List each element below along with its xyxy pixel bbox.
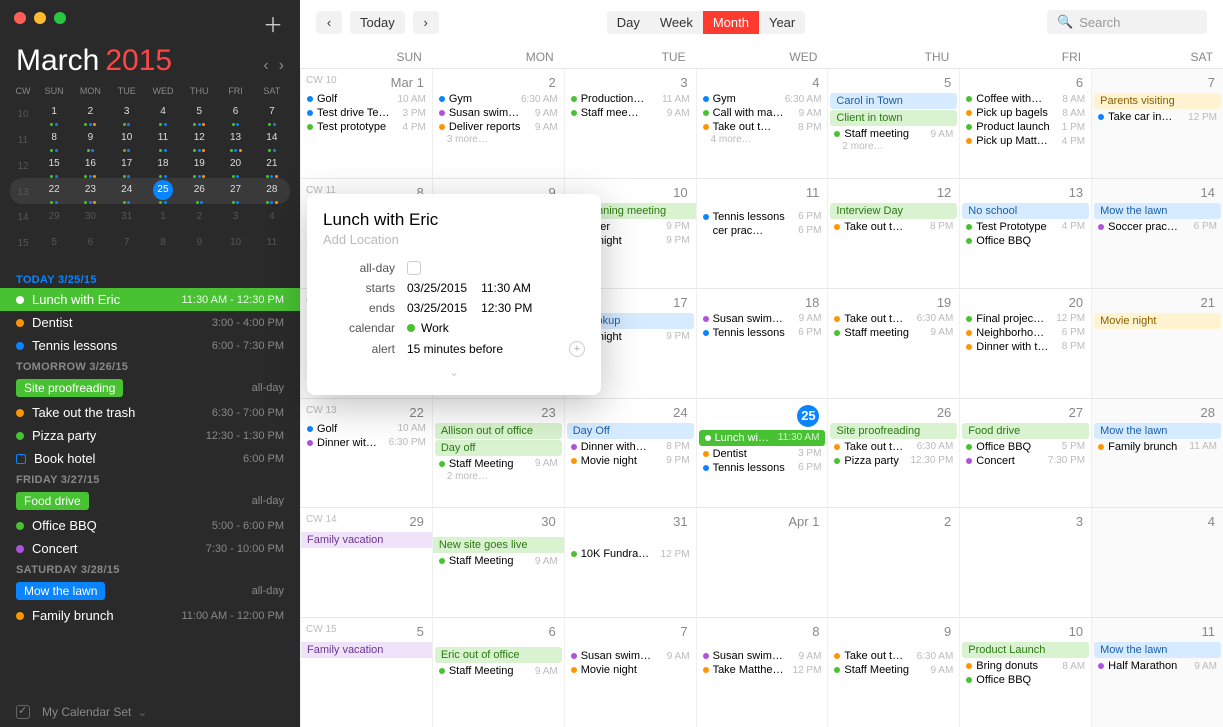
view-week[interactable]: Week xyxy=(650,11,703,34)
agenda-list[interactable]: TODAY 3/25/15Lunch with Eric11:30 AM - 1… xyxy=(0,264,300,697)
allday-label: all-day xyxy=(323,261,395,275)
day-cell[interactable]: 12Interview DayTake out t…8 PM xyxy=(827,179,959,288)
day-cell[interactable]: 25Lunch wi…11:30 AMDentist3 PMTennis les… xyxy=(696,399,828,508)
starts-date[interactable]: 03/25/2015 xyxy=(407,281,467,295)
day-cell[interactable]: 24Day OffDinner with…8 PMMovie night9 PM xyxy=(564,399,696,508)
alert-value[interactable]: 15 minutes before xyxy=(407,342,503,356)
agenda-item[interactable]: Dentist3:00 - 4:00 PM xyxy=(0,311,300,334)
view-segmented: DayWeekMonthYear xyxy=(607,11,806,34)
day-cell[interactable]: 2 xyxy=(827,508,959,617)
prev-button[interactable]: ‹ xyxy=(316,11,342,34)
popover-location[interactable]: Add Location xyxy=(323,232,585,247)
day-cell[interactable]: 22Golf10 AMDinner wit…6:30 PM xyxy=(300,399,432,508)
day-cell[interactable]: 28Mow the lawnFamily brunch11 AM xyxy=(1091,399,1223,508)
day-cell[interactable]: 11Tennis lessons6 PMcer prac…6 PM xyxy=(696,179,828,288)
sidebar-footer: My Calendar Set ⌄ xyxy=(0,697,300,727)
expand-icon[interactable]: ⌄ xyxy=(323,365,585,379)
day-cell[interactable]: 5Carol in TownClient in townStaff meetin… xyxy=(827,69,959,178)
popover-title[interactable]: Lunch with Eric xyxy=(323,210,585,230)
day-cell[interactable]: 27Food driveOffice BBQ5 PMConcert7:30 PM xyxy=(959,399,1091,508)
next-button[interactable]: › xyxy=(413,11,439,34)
ends-date[interactable]: 03/25/2015 xyxy=(407,301,467,315)
day-cell[interactable]: 2Gym6:30 AMSusan swim…9 AMDeliver report… xyxy=(432,69,564,178)
day-cell[interactable]: 8Susan swim…9 AMTake Matthe…12 PM xyxy=(696,618,828,727)
day-cell[interactable]: 13No schoolTest Prototype4 PMOffice BBQ xyxy=(959,179,1091,288)
prev-month-button[interactable]: ‹ xyxy=(263,57,268,75)
day-cell[interactable]: 23Allison out of officeDay offStaff Meet… xyxy=(432,399,564,508)
starts-time[interactable]: 11:30 AM xyxy=(481,281,531,295)
agenda-item[interactable]: Tennis lessons6:00 - 7:30 PM xyxy=(0,334,300,357)
day-cell[interactable]: 18Susan swim…9 AMTennis lessons6 PM xyxy=(696,289,828,398)
month-header: March2015 ‹ › xyxy=(0,36,300,82)
agenda-item[interactable]: Book hotel6:00 PM xyxy=(0,447,300,470)
day-cell[interactable]: 7Susan swim…9 AMMovie night xyxy=(564,618,696,727)
toolbar: ‹ Today › DayWeekMonthYear 🔍 Search xyxy=(300,0,1223,44)
day-cell[interactable]: 4 xyxy=(1091,508,1223,617)
day-cell[interactable]: 3110K Fundra…12 PM xyxy=(564,508,696,617)
zoom-icon[interactable] xyxy=(54,12,66,24)
day-cell[interactable]: 4Gym6:30 AMCall with ma…9 AMTake out t…8… xyxy=(696,69,828,178)
agenda-item[interactable]: Concert7:30 - 10:00 PM xyxy=(0,537,300,560)
agenda-item[interactable]: Site proofreadingall-day xyxy=(0,375,300,401)
chevron-down-icon[interactable]: ⌄ xyxy=(137,705,147,719)
day-cell[interactable]: 3 xyxy=(959,508,1091,617)
view-year[interactable]: Year xyxy=(759,11,805,34)
checkbox-icon[interactable] xyxy=(16,705,30,719)
next-month-button[interactable]: › xyxy=(279,57,284,75)
weekday-header: SUNMONTUEWEDTHUFRISAT xyxy=(300,44,1223,68)
day-cell[interactable]: Apr 1 xyxy=(696,508,828,617)
calendar-color-icon xyxy=(407,324,415,332)
agenda-item[interactable]: Family brunch11:00 AM - 12:00 PM xyxy=(0,604,300,627)
event-popover[interactable]: Lunch with Eric Add Location all-day sta… xyxy=(307,194,601,395)
search-input[interactable]: 🔍 Search xyxy=(1047,10,1207,34)
sidebar: ＋ March2015 ‹ › CWSUNMONTUEWEDTHUFRISAT 1… xyxy=(0,0,300,727)
day-cell[interactable]: Mar 1Golf10 AMTest drive Te…3 PMTest pro… xyxy=(300,69,432,178)
day-cell[interactable]: 5Family vacation xyxy=(300,618,432,727)
view-month[interactable]: Month xyxy=(703,11,759,34)
agenda-item[interactable]: Office BBQ5:00 - 6:00 PM xyxy=(0,514,300,537)
day-cell[interactable]: 7Parents visitingTake car in…12 PM xyxy=(1091,69,1223,178)
add-event-button[interactable]: ＋ xyxy=(260,10,286,36)
month-grid[interactable]: CW 10Mar 1Golf10 AMTest drive Te…3 PMTes… xyxy=(300,68,1223,727)
day-cell[interactable]: 10Product LaunchBring donuts8 AMOffice B… xyxy=(959,618,1091,727)
day-cell[interactable]: 20Final projec…12 PMNeighborho…6 PMDinne… xyxy=(959,289,1091,398)
day-cell[interactable]: 29Family vacation xyxy=(300,508,432,617)
day-cell[interactable]: 9Take out t…6:30 AMStaff Meeting9 AM xyxy=(827,618,959,727)
search-placeholder: Search xyxy=(1079,15,1120,30)
ends-label: ends xyxy=(323,301,395,315)
calendar-value[interactable]: Work xyxy=(421,321,449,335)
day-cell[interactable]: 26Site proofreadingTake out t…6:30 AMPiz… xyxy=(827,399,959,508)
window-controls xyxy=(0,0,300,36)
day-cell[interactable]: 19Take out t…6:30 AMStaff meeting9 AM xyxy=(827,289,959,398)
agenda-item[interactable]: Mow the lawnall-day xyxy=(0,578,300,604)
month-label: March xyxy=(16,44,99,77)
alert-label: alert xyxy=(323,342,395,356)
day-cell[interactable]: 3Production…11 AMStaff mee…9 AM xyxy=(564,69,696,178)
add-alert-button[interactable]: + xyxy=(569,341,585,357)
calendar-set-label[interactable]: My Calendar Set xyxy=(42,705,131,719)
today-button[interactable]: Today xyxy=(350,11,405,34)
day-cell[interactable]: 11Mow the lawnHalf Marathon9 AM xyxy=(1091,618,1223,727)
agenda-item[interactable]: Lunch with Eric11:30 AM - 12:30 PM xyxy=(0,288,300,311)
mini-calendar[interactable]: CWSUNMONTUEWEDTHUFRISAT 1012345671189101… xyxy=(0,82,300,264)
close-icon[interactable] xyxy=(14,12,26,24)
view-day[interactable]: Day xyxy=(607,11,650,34)
agenda-item[interactable]: Take out the trash6:30 - 7:00 PM xyxy=(0,401,300,424)
search-icon: 🔍 xyxy=(1057,14,1073,30)
ends-time[interactable]: 12:30 PM xyxy=(481,301,532,315)
allday-checkbox[interactable] xyxy=(407,261,421,275)
day-cell[interactable]: 6Eric out of officeStaff Meeting9 AM xyxy=(432,618,564,727)
year-label: 2015 xyxy=(105,44,172,77)
minimize-icon[interactable] xyxy=(34,12,46,24)
day-cell[interactable]: 6Coffee with…8 AMPick up bagels8 AMProdu… xyxy=(959,69,1091,178)
calendar-label: calendar xyxy=(323,321,395,335)
agenda-item[interactable]: Pizza party12:30 - 1:30 PM xyxy=(0,424,300,447)
starts-label: starts xyxy=(323,281,395,295)
day-cell[interactable]: 14Mow the lawnSoccer prac…6 PM xyxy=(1091,179,1223,288)
day-cell[interactable]: 21Movie night xyxy=(1091,289,1223,398)
agenda-item[interactable]: Food driveall-day xyxy=(0,488,300,514)
day-cell[interactable]: 30New site goes liveStaff Meeting9 AM xyxy=(432,508,564,617)
